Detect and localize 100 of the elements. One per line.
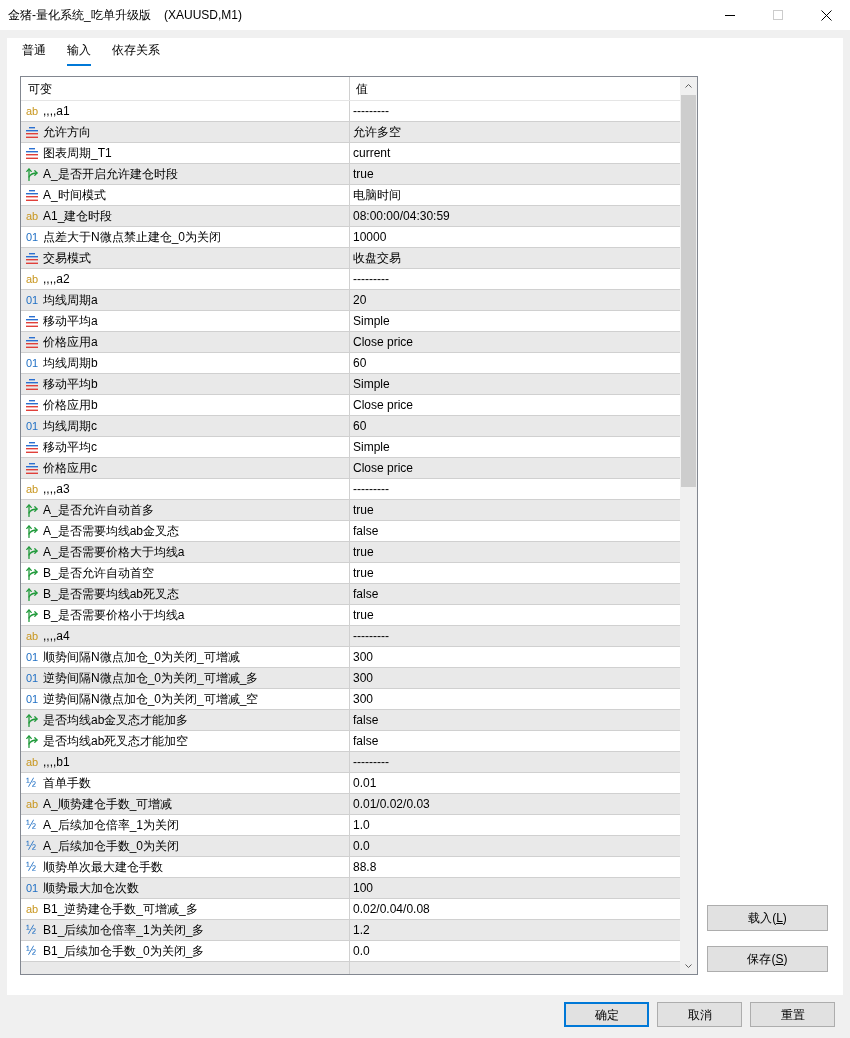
dialog-button[interactable]: 取消 (657, 1002, 742, 1027)
column-header: 可变 (28, 80, 52, 98)
parameter-row[interactable]: 是否均线ab死叉态才能加空 false (21, 731, 680, 752)
parameter-name: B_是否允许自动首空 (43, 565, 154, 582)
parameter-row[interactable]: 01 顺势间隔N微点加仓_0为关闭_可增减 300 (21, 647, 680, 668)
list-icon (26, 336, 38, 348)
parameter-row[interactable]: 交易模式 收盘交易 (21, 248, 680, 269)
text-type-icon: ab (26, 105, 39, 117)
parameter-row[interactable]: 01 逆势间隔N微点加仓_0为关闭_可增减_空 300 (21, 689, 680, 710)
fraction-type-icon: ½ (26, 840, 36, 852)
scrollbar-thumb[interactable] (681, 95, 696, 487)
integer-type-icon: 01 (26, 357, 39, 369)
parameter-value: 0.01 (353, 775, 377, 792)
parameter-value: --------- (353, 481, 389, 498)
parameter-name: 均线周期c (43, 418, 97, 435)
side-button[interactable]: 载入(L) (707, 905, 828, 931)
parameter-row[interactable]: ½ B1_后续加仓手数_0为关闭_多 0.0 (21, 941, 680, 962)
parameter-row[interactable]: B_是否需要均线ab死叉态 false (21, 584, 680, 605)
list-icon (26, 126, 38, 138)
parameter-name: A_后续加仓倍率_1为关闭 (43, 817, 180, 834)
parameter-name: B1_逆势建仓手数_可增减_多 (43, 901, 198, 918)
parameter-row[interactable]: 01 点差大于N微点禁止建仓_0为关闭 10000 (21, 227, 680, 248)
parameter-row[interactable]: A_是否开启允许建仓时段 true (21, 164, 680, 185)
parameter-row[interactable]: ½ A_后续加仓手数_0为关闭 0.0 (21, 836, 680, 857)
parameter-row[interactable]: 01 逆势间隔N微点加仓_0为关闭_可增减_多 300 (21, 668, 680, 689)
parameter-row[interactable]: ½ A_后续加仓倍率_1为关闭 1.0 (21, 815, 680, 836)
parameter-row[interactable]: A_是否需要价格大于均线a true (21, 542, 680, 563)
column-header: 值 (356, 80, 368, 98)
parameter-name: 均线周期a (43, 292, 98, 309)
side-button[interactable]: 保存(S) (707, 946, 828, 972)
parameter-row[interactable]: 允许方向 允许多空 (21, 122, 680, 143)
parameter-row[interactable]: 移动平均b Simple (21, 374, 680, 395)
parameter-row[interactable]: ab ,,,,a1 --------- (21, 101, 680, 122)
parameter-row[interactable]: 图表周期_T1 current (21, 143, 680, 164)
parameter-row[interactable]: 移动平均a Simple (21, 311, 680, 332)
parameter-value: true (353, 166, 374, 183)
parameter-name: A_顺势建仓手数_可增减 (43, 796, 173, 813)
parameter-row[interactable]: ab ,,,,a2 --------- (21, 269, 680, 290)
parameter-row[interactable]: ½ B1_后续加仓倍率_1为关闭_多 1.2 (21, 920, 680, 941)
parameter-name: 移动平均a (43, 313, 98, 330)
parameter-row[interactable]: 01 均线周期b 60 (21, 353, 680, 374)
parameter-row[interactable]: ab ,,,,a3 --------- (21, 479, 680, 500)
tab[interactable]: 输入 (67, 42, 91, 66)
parameter-row[interactable]: ab ,,,,a4 --------- (21, 626, 680, 647)
parameter-row[interactable]: A_是否允许自动首多 true (21, 500, 680, 521)
parameter-row[interactable]: 01 均线周期c 60 (21, 416, 680, 437)
parameter-value: --------- (353, 754, 389, 771)
parameter-row[interactable]: ab ,,,,b1 --------- (21, 752, 680, 773)
parameter-row[interactable]: 01 均线周期a 20 (21, 290, 680, 311)
window-title: 金猪-量化系统_吃单升级版 (XAUUSD,M1) (7, 7, 242, 24)
parameter-name: 均线周期b (43, 355, 98, 372)
parameter-row[interactable]: ab A1_建仓时段 08:00:00/04:30:59 (21, 206, 680, 227)
parameter-value: 88.8 (353, 859, 377, 876)
parameter-value: 允许多空 (353, 124, 401, 141)
parameter-row[interactable]: A_是否需要均线ab金叉态 false (21, 521, 680, 542)
parameter-name: 允许方向 (43, 124, 91, 141)
fraction-type-icon: ½ (26, 945, 36, 957)
parameter-name: 移动平均c (43, 439, 97, 456)
parameter-row[interactable]: B_是否需要价格小于均线a true (21, 605, 680, 626)
parameter-row[interactable]: ab B1_逆势建仓手数_可增减_多 0.02/0.04/0.08 (21, 899, 680, 920)
integer-type-icon: 01 (26, 294, 39, 306)
dialog-button[interactable]: 确定 (564, 1002, 649, 1027)
text-type-icon: ab (26, 798, 39, 810)
parameter-name: 价格应用c (43, 460, 97, 477)
parameter-value: Close price (353, 397, 414, 414)
parameter-name: 顺势间隔N微点加仓_0为关闭_可增减 (43, 649, 240, 666)
parameter-row[interactable]: 价格应用b Close price (21, 395, 680, 416)
parameter-name: B_是否需要价格小于均线a (43, 607, 185, 624)
tab[interactable]: 普通 (22, 42, 46, 66)
parameter-value: Simple (353, 313, 390, 330)
branch-arrow-icon (26, 608, 38, 622)
parameter-row[interactable]: ab A_顺势建仓手数_可增减 0.01/0.02/0.03 (21, 794, 680, 815)
text-type-icon: ab (26, 756, 39, 768)
fraction-type-icon: ½ (26, 924, 36, 936)
parameter-value: true (353, 565, 374, 582)
parameter-row[interactable]: 价格应用c Close price (21, 458, 680, 479)
parameter-value: Simple (353, 439, 390, 456)
list-icon (26, 378, 38, 390)
parameter-row[interactable]: ½ 顺势单次最大建仓手数 88.8 (21, 857, 680, 878)
dialog-button[interactable]: 重置 (750, 1002, 835, 1027)
parameter-value: Simple (353, 376, 390, 393)
parameter-row[interactable]: 01 顺势最大加仓次数 100 (21, 878, 680, 899)
parameter-value: 08:00:00/04:30:59 (353, 208, 450, 225)
branch-arrow-icon (26, 587, 38, 601)
parameter-name: B1_后续加仓倍率_1为关闭_多 (43, 922, 205, 939)
text-type-icon: ab (26, 273, 39, 285)
parameter-row[interactable]: ½ 首单手数 0.01 (21, 773, 680, 794)
parameter-row[interactable]: B_是否允许自动首空 true (21, 563, 680, 584)
integer-type-icon: 01 (26, 420, 39, 432)
parameter-value: current (353, 145, 391, 162)
parameter-value: 20 (353, 292, 367, 309)
parameter-row[interactable]: 是否均线ab金叉态才能加多 false (21, 710, 680, 731)
integer-type-icon: 01 (26, 231, 39, 243)
branch-arrow-icon (26, 566, 38, 580)
parameter-name: A1_建仓时段 (43, 208, 113, 225)
parameter-row[interactable]: 移动平均c Simple (21, 437, 680, 458)
parameter-row[interactable]: A_时间模式 电脑时间 (21, 185, 680, 206)
parameter-row[interactable]: 价格应用a Close price (21, 332, 680, 353)
text-type-icon: ab (26, 630, 39, 642)
tab[interactable]: 依存关系 (112, 42, 160, 66)
